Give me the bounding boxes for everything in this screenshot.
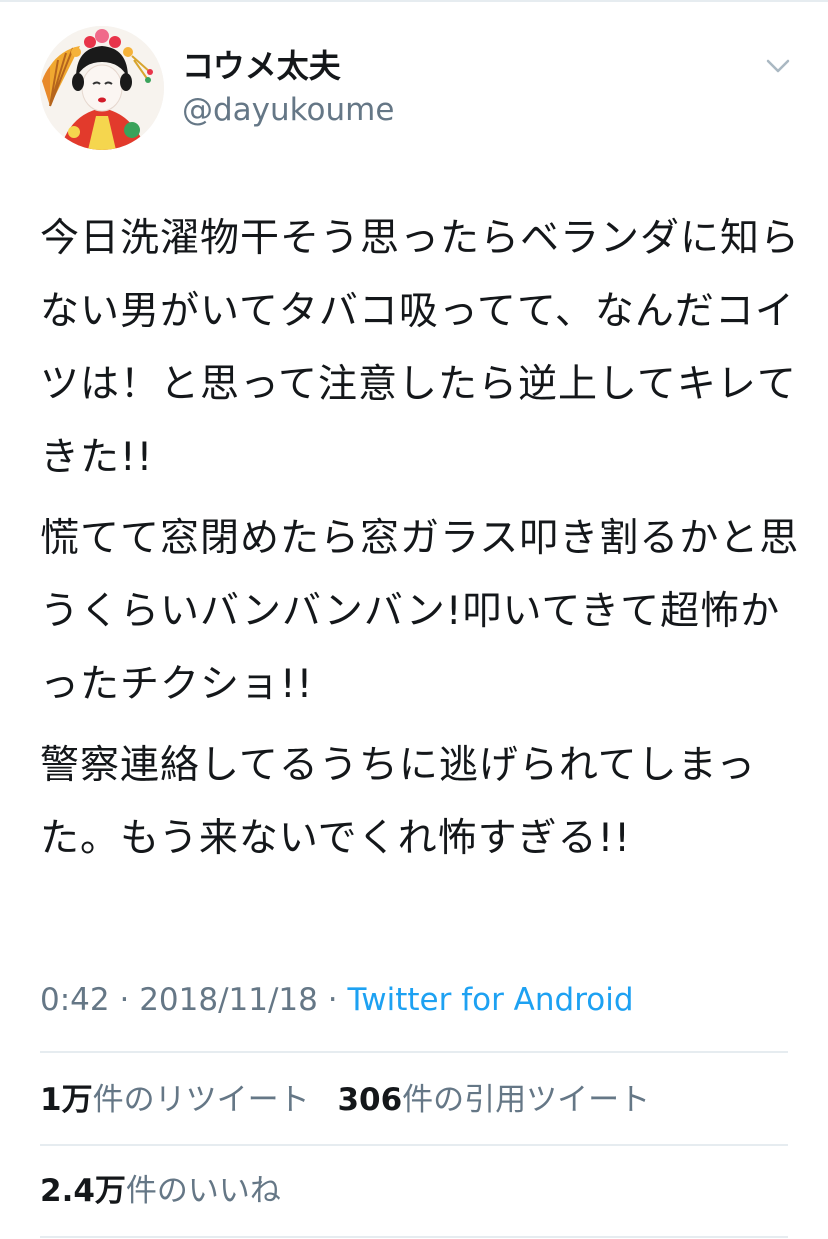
retweets-stat[interactable]: 1万件のリツイート (40, 1082, 310, 1118)
tweet-meta: 0:42 · 2018/11/18 · Twitter for Android (40, 980, 634, 1020)
likes-label: 件のいいね (125, 1173, 281, 1209)
tweet-paragraph: 慌てて窓閉めたら窓ガラス叩き割るかと思うくらいバンバンバン!叩いてきて超怖かった… (40, 516, 800, 707)
tweet-time[interactable]: 0:42 (40, 982, 110, 1018)
quotes-stat[interactable]: 306件の引用ツイート (337, 1082, 650, 1118)
likes-stat[interactable]: 2.4万件のいいね (40, 1173, 281, 1209)
engagement-stats: 1万件のリツイート 306件の引用ツイート (40, 1080, 668, 1120)
tweet-menu-button[interactable] (760, 48, 796, 84)
tweet-paragraph: 警察連絡してるうちに逃げられてしまった。もう来ないでくれ怖すぎる!! (40, 743, 757, 861)
tweet-date[interactable]: 2018/11/18 (139, 982, 318, 1018)
retweets-label: 件のリツイート (92, 1082, 310, 1118)
divider (40, 1236, 788, 1238)
divider (40, 1144, 788, 1146)
avatar[interactable] (40, 26, 164, 150)
tweet-paragraph: 今日洗濯物干そう思ったらベランダに知らない男がいてタバコ吸ってて、なんだコイツは… (40, 216, 801, 480)
meta-separator: · (317, 982, 348, 1018)
meta-separator: · (109, 982, 140, 1018)
quotes-label: 件の引用ツイート (402, 1082, 651, 1118)
tweet-detail: コウメ太夫 @dayukoume 今日洗濯物干そう思ったらベランダに知らない男が… (0, 0, 828, 1239)
chevron-down-icon (766, 59, 790, 73)
likes-count: 2.4万 (40, 1173, 126, 1209)
quotes-count: 306 (337, 1082, 403, 1118)
top-divider (0, 0, 828, 2)
avatar-portrait-icon (40, 26, 164, 150)
author-handle[interactable]: @dayukoume (182, 90, 394, 130)
tweet-source-link[interactable]: Twitter for Android (347, 982, 633, 1018)
likes-row: 2.4万件のいいね (40, 1171, 299, 1211)
author-display-name[interactable]: コウメ太夫 (182, 46, 341, 86)
tweet-text: 今日洗濯物干そう思ったらベランダに知らない男がいてタバコ吸ってて、なんだコイツは… (40, 202, 800, 883)
divider (40, 1051, 788, 1053)
retweets-count: 1万 (40, 1082, 93, 1118)
